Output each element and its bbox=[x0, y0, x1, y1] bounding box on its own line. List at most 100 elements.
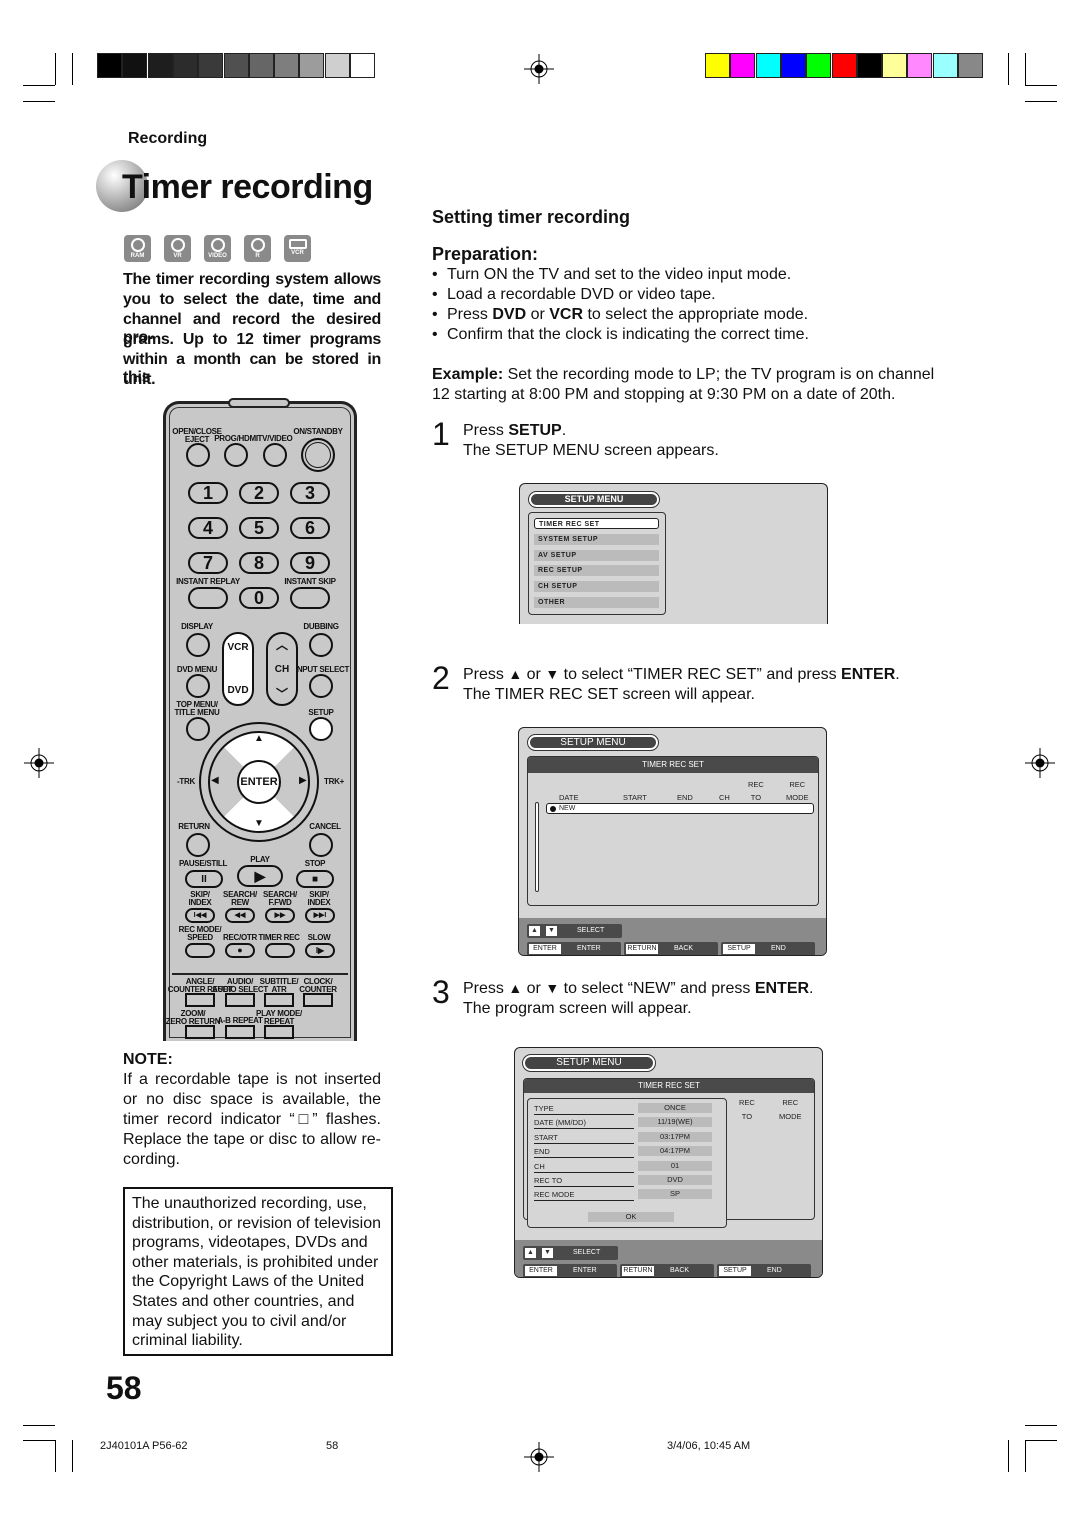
remote-label-trkm: -TRK bbox=[177, 777, 195, 786]
ab-repeat-button[interactable] bbox=[225, 1025, 255, 1039]
remote-label-play: PLAY bbox=[250, 855, 270, 864]
remote-ffwd-button[interactable]: ▶▶ bbox=[265, 907, 295, 923]
step-result: The program screen will appear. bbox=[463, 1000, 692, 1017]
channel-up-icon[interactable]: ︿ bbox=[276, 636, 288, 653]
remote-label-setup: SETUP bbox=[308, 708, 334, 717]
remote-skipb-button[interactable]: I◀◀ bbox=[185, 907, 215, 923]
remote-pause-button[interactable]: II bbox=[185, 870, 223, 888]
remote-k1-button[interactable]: 1 bbox=[188, 482, 228, 504]
note-line: or no disc space is available, the bbox=[123, 1091, 381, 1108]
dpad-down-button[interactable]: ▼ bbox=[254, 818, 264, 829]
remote-rew-button[interactable]: ◀◀ bbox=[225, 907, 255, 923]
menu-item[interactable]: TIMER REC SET bbox=[534, 518, 659, 529]
field-value[interactable]: SP bbox=[638, 1189, 712, 1200]
field-value[interactable]: 01 bbox=[638, 1160, 712, 1171]
dubbing-button[interactable] bbox=[309, 633, 333, 657]
enter-button[interactable]: ENTER bbox=[237, 760, 281, 804]
zoom-button[interactable] bbox=[185, 1025, 215, 1039]
remote-skipf-button[interactable]: ▶▶I bbox=[305, 907, 335, 923]
footer-key: ENTER ENTER bbox=[523, 1264, 617, 1277]
field-value[interactable]: ONCE bbox=[638, 1103, 712, 1113]
instant-skip-button[interactable] bbox=[290, 587, 330, 609]
remote-k3-button[interactable]: 3 bbox=[290, 482, 330, 504]
dvd-menu-button[interactable] bbox=[186, 674, 210, 698]
tv-video-button[interactable] bbox=[263, 443, 287, 467]
gray-swatch bbox=[248, 53, 274, 78]
remote-play-button[interactable]: ▶ bbox=[237, 865, 283, 887]
ok-button[interactable]: OK bbox=[588, 1212, 674, 1222]
down-arrow-icon: ▼ bbox=[546, 926, 557, 936]
example-label: Example: bbox=[432, 366, 504, 383]
return-button[interactable] bbox=[186, 833, 210, 857]
menu-item[interactable]: REC SETUP bbox=[534, 565, 659, 577]
clock-button[interactable] bbox=[303, 993, 333, 1007]
timer-rec-set-screen: SETUP MENU TIMER REC SET DATE START END CH REC… bbox=[518, 727, 827, 956]
channel-rocker[interactable]: ︿ CH ﹀ bbox=[266, 632, 298, 706]
remote-label-stop: STOP bbox=[304, 859, 326, 868]
dvd-button[interactable]: DVD bbox=[227, 685, 248, 696]
remote-k0-button[interactable]: 0 bbox=[239, 587, 279, 609]
remote-stop-button[interactable]: ■ bbox=[296, 870, 334, 888]
remote-k5-button[interactable]: 5 bbox=[239, 517, 279, 539]
remote-label-return: RETURN bbox=[178, 822, 210, 831]
remote-label-ireplay: INSTANT REPLAY bbox=[176, 577, 240, 586]
dpad-left-button[interactable]: ◀ bbox=[211, 775, 219, 786]
warning-line: the Copyright Laws of the United bbox=[132, 1273, 365, 1291]
step-instruction: Press ▲ or ▼ to select “NEW” and press E… bbox=[463, 980, 814, 997]
field-value[interactable]: 03:17PM bbox=[638, 1131, 712, 1142]
down-arrow-icon: ▼ bbox=[545, 980, 560, 996]
field-value[interactable]: 04:17PM bbox=[638, 1146, 712, 1157]
footer-key: RETURN BACK bbox=[620, 1264, 714, 1277]
new-program-row[interactable]: NEW bbox=[546, 803, 814, 814]
crop-mark bbox=[1025, 53, 1026, 85]
vcr-button[interactable]: VCR bbox=[227, 642, 248, 653]
top-menu-button[interactable] bbox=[186, 717, 210, 741]
down-arrow-icon: ▼ bbox=[542, 1248, 553, 1258]
setup-button[interactable] bbox=[309, 717, 333, 741]
open-close-button[interactable] bbox=[186, 443, 210, 467]
remote-slow-button[interactable]: I▶ bbox=[305, 942, 335, 958]
crop-mark bbox=[1025, 1440, 1026, 1472]
menu-item[interactable]: SYSTEM SETUP bbox=[534, 533, 659, 545]
dpad-up-button[interactable]: ▲ bbox=[254, 733, 264, 744]
input-select-button[interactable] bbox=[309, 674, 333, 698]
step-instruction: Press ▲ or ▼ to select “TIMER REC SET” a… bbox=[463, 666, 900, 683]
intro-line: you to select the date, time and bbox=[123, 291, 381, 308]
remote-k8-button[interactable]: 8 bbox=[239, 552, 279, 574]
menu-item[interactable]: AV SETUP bbox=[534, 549, 659, 561]
remote-k2-button[interactable]: 2 bbox=[239, 482, 279, 504]
on-standby-button[interactable] bbox=[301, 438, 335, 472]
rec-mode-button[interactable] bbox=[185, 942, 215, 958]
vcr-dvd-selector[interactable]: VCR DVD bbox=[222, 632, 254, 706]
timer-rec-button[interactable] bbox=[265, 942, 295, 958]
cancel-button[interactable] bbox=[309, 833, 333, 857]
field-value[interactable]: 11/19(WE) bbox=[638, 1117, 712, 1128]
remote-label-rew: SEARCH/ REW bbox=[223, 890, 257, 907]
channel-down-icon[interactable]: ﹀ bbox=[276, 685, 288, 702]
field-label: END bbox=[534, 1146, 634, 1159]
setup-menu-screen: SETUP MENU TIMER REC SET SYSTEM SETUP AV SE… bbox=[519, 483, 828, 624]
screen-title: SETUP MENU bbox=[528, 491, 660, 508]
instant-replay-button[interactable] bbox=[188, 587, 228, 609]
play-mode-button[interactable] bbox=[264, 1025, 294, 1039]
remote-label-ffwd: SEARCH/ F.FWD bbox=[263, 890, 297, 907]
dpad-right-button[interactable]: ▶ bbox=[299, 775, 307, 786]
crop-mark bbox=[1008, 53, 1009, 85]
field-value[interactable]: DVD bbox=[638, 1175, 712, 1185]
audio-button[interactable] bbox=[225, 993, 255, 1007]
menu-item[interactable]: CH SETUP bbox=[534, 581, 659, 593]
prog-hdmi-button[interactable] bbox=[224, 443, 248, 467]
scrollbar[interactable] bbox=[535, 802, 539, 892]
remote-k6-button[interactable]: 6 bbox=[290, 517, 330, 539]
remote-label-playmode: PLAY MODE/ REPEAT bbox=[256, 1009, 302, 1026]
angle-button[interactable] bbox=[185, 993, 215, 1007]
remote-recotr-button[interactable]: ● bbox=[225, 942, 255, 958]
down-arrow-icon: ▼ bbox=[545, 666, 560, 682]
crop-mark bbox=[1025, 85, 1057, 86]
remote-k9-button[interactable]: 9 bbox=[290, 552, 330, 574]
menu-item[interactable]: OTHER bbox=[534, 597, 659, 608]
remote-k7-button[interactable]: 7 bbox=[188, 552, 228, 574]
subtitle-button[interactable] bbox=[264, 993, 294, 1007]
display-button[interactable] bbox=[186, 633, 210, 657]
remote-k4-button[interactable]: 4 bbox=[188, 517, 228, 539]
